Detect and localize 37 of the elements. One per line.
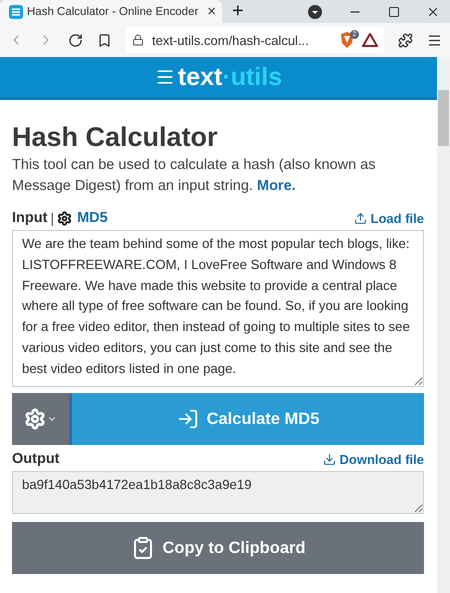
page-title: Hash Calculator [12,122,219,153]
bookmark-icon[interactable] [97,32,112,48]
menu-icon[interactable] [427,32,442,48]
separator-text: | [50,210,54,226]
output-field[interactable]: ba9f140a53b4172ea1b18a8c8c3a9e19 [12,471,424,514]
triangle-icon[interactable] [362,33,378,47]
calculate-button[interactable]: Calculate MD5 [72,393,424,445]
logo-text[interactable]: text [178,62,222,92]
more-link[interactable]: More. [257,178,296,194]
description-text: This tool can be used to calculate a hash (also known as Message Digest) from an input string. More. [12,156,377,196]
new-tab-button[interactable]: + [232,0,244,23]
tab-close-button[interactable]: × [207,3,216,20]
settings-button[interactable] [12,393,72,445]
download-file-link[interactable]: Download file [322,452,424,466]
tab-title: Hash Calculator - Online Encoder [27,6,200,18]
scrollbar-thumb[interactable] [438,90,449,146]
input-label: Input [12,210,48,226]
copy-button[interactable]: Copy to Clipboard [12,522,424,574]
url-text: text-utils.com/hash-calcul... [152,32,310,48]
dropdown-icon[interactable] [308,4,322,18]
browser-tab[interactable]: Hash Calculator - Online Encoder × [0,0,222,23]
algorithm-link[interactable]: MD5 [77,210,108,226]
output-label: Output [12,451,60,467]
gear-icon[interactable] [57,210,72,226]
gear-icon [24,408,46,430]
reload-icon[interactable] [68,32,83,48]
upload-icon [354,212,367,224]
extensions-icon[interactable] [398,32,413,48]
load-file-link[interactable]: Load file [354,210,424,226]
scrollbar[interactable] [437,57,450,593]
enter-icon [176,408,199,430]
download-icon [322,452,336,466]
lock-icon [132,34,144,46]
input-field[interactable]: We are the team behind some of the most popular tech blogs, like: LISTOFFREEWARE.COM, I LoveFree Software and Windows 8 Freeware. We have made this website to provide a central place where all type of free software can be found. So, if you are looking for a free video editor, then instead of going to multiple sites to see various video editors, you can just come to this site and see the best video editors listed in one page. [12,230,424,387]
page-icon [9,4,23,18]
shield-icon[interactable] [340,32,354,48]
maximize-icon[interactable] [388,6,400,18]
